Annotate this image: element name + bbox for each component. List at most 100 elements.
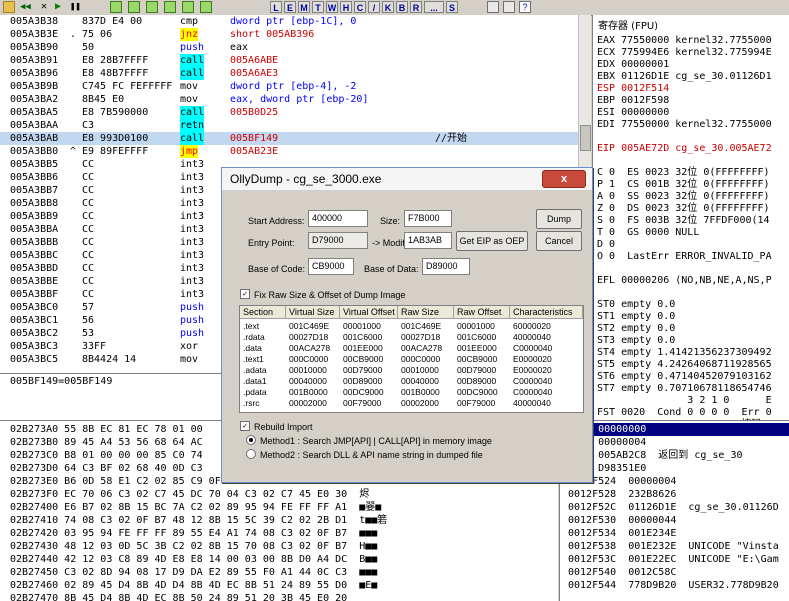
column-header[interactable]: Raw Offset (454, 306, 510, 319)
table-row[interactable]: .rsrc 00002000 00F79000 00002000 00F79000 400… (240, 398, 583, 409)
stack-row[interactable]: 518 00000004 (568, 436, 789, 449)
window-button-k[interactable]: K (382, 1, 394, 13)
register-row[interactable]: ST7 empty 0.70710678118654746 (597, 383, 772, 395)
register-row[interactable]: ST4 empty 1.41421356237309492 (597, 347, 772, 359)
dialog-titlebar[interactable]: OllyDump - cg_se_3000.exe x (222, 168, 592, 191)
options-icon[interactable] (487, 1, 499, 13)
stack-pane[interactable]: 514 00000000 518 00000004 51C 005AB2C8 返回到… (559, 420, 789, 601)
disasm-row[interactable]: 005A3B3E. 75 06 jnz short 005AB396 (0, 28, 591, 41)
stack-row[interactable]: 0012F544 778D9B20 USER32.778D9B20 (568, 579, 789, 592)
register-row[interactable]: ST5 empty 4.24264068711928565 (597, 359, 772, 371)
size-field[interactable]: F7B000 (404, 210, 452, 227)
disasm-row[interactable]: 005A3B9B C745 FC FEFFFFF mov dword ptr [ebp… (0, 80, 591, 93)
stack-row[interactable]: 0012F538 001E232E UNICODE "Vinsta (568, 540, 789, 553)
stack-row[interactable]: 514 00000000 (560, 423, 789, 436)
stack-row[interactable]: 0012F524 00000004 (568, 475, 789, 488)
disasm-row[interactable]: 005A3BB0 ^ E9 89FEFFFF jmp 005AB23E (0, 145, 591, 158)
window-button-l[interactable]: L (270, 1, 282, 13)
disasm-row[interactable]: 005A3B91 E8 28B7FFFF call 005A6ABE (0, 54, 591, 67)
column-header[interactable]: Characteristics (510, 306, 583, 319)
table-row[interactable]: .rdata 00027D18 001C6000 00027D18 001C6000 40… (240, 332, 583, 343)
dump-row[interactable]: 02B27430 48 12 03 0D 5C 3B C2 02 8B 15 7… (10, 540, 377, 553)
register-row[interactable]: EFL 00000206 (NO,NB,NE,A,NS,P (597, 275, 772, 287)
stack-row[interactable]: 0012F540 0012C58C (568, 566, 789, 579)
registers-pane[interactable]: 寄存器 (FPU) EAX 77550000 kernel32.7755000 E… (592, 15, 789, 420)
step-over-icon[interactable] (128, 1, 140, 13)
table-row[interactable]: .data1 00040000 00D89000 00040000 00D89000 C0… (240, 376, 583, 387)
open-folder-icon[interactable] (3, 1, 15, 13)
dump-row[interactable]: 02B273D0 64 C3 BF 02 68 40 0D C3 (10, 462, 203, 475)
dump-row[interactable]: 02B273C0 B8 01 00 00 00 85 C0 74 (10, 449, 203, 462)
dump-row[interactable]: 02B27450 C3 02 8D 94 08 17 D9 DA E2 89 5… (10, 566, 377, 579)
window-button-e[interactable]: E (284, 1, 296, 13)
disasm-row[interactable]: 005A3BA5 E8 7B590000 call 005B0D25 (0, 106, 591, 119)
dump-row[interactable]: 02B27440 42 12 03 C8 89 4D E8 E8 14 00 0… (10, 553, 377, 566)
register-row[interactable]: S 0 FS 003B 32位 7FFDF000(14 (597, 215, 770, 227)
get-eip-as-oep-button[interactable]: Get EIP as OEP (456, 231, 528, 251)
window-button-r[interactable]: R (410, 1, 422, 13)
register-row[interactable]: FST 0020 Cond 0 0 0 0 Err 0 (597, 407, 772, 419)
dump-row[interactable]: 02B27410 74 08 C3 02 0F B7 48 12 8B 15 5… (10, 514, 387, 527)
dump-row[interactable]: 02B273F0 EC 70 06 C3 02 C7 45 DC 70 04 C… (10, 488, 369, 501)
register-row[interactable]: C 0 ES 0023 32位 0(FFFFFFFF) (597, 167, 770, 179)
window-button-s[interactable]: S (446, 1, 458, 13)
register-row[interactable]: Z 0 DS 0023 32位 0(FFFFFFFF) (597, 203, 770, 215)
rewind-icon[interactable]: ◀◀ (20, 1, 32, 13)
cancel-button[interactable]: Cancel (536, 231, 582, 251)
window-button-t[interactable]: T (312, 1, 324, 13)
help-icon[interactable]: ? (519, 1, 531, 13)
register-row[interactable]: O 0 LastErr ERROR_INVALID_PA (597, 251, 772, 263)
stack-row[interactable]: 0012F53C 001E22EC UNICODE "E:\Gam (568, 553, 789, 566)
register-row[interactable]: EDI 77550000 kernel32.7755000 (597, 119, 772, 131)
pause-icon[interactable]: ❚❚ (70, 1, 82, 13)
register-row[interactable]: ST1 empty 0.0 (597, 311, 675, 323)
table-row[interactable]: .text 001C469E 00001000 001C469E 00001000 600… (240, 321, 583, 332)
trace-into-icon[interactable] (146, 1, 158, 13)
sections-table[interactable]: Section Virtual Size Virtual Offset Raw Siz… (239, 305, 584, 413)
dump-row[interactable]: 02B27460 02 89 45 D4 8B 4D D4 8B 4D EC 8… (10, 579, 377, 592)
trace-over-icon[interactable] (164, 1, 176, 13)
window-button-dots[interactable]: ... (424, 1, 444, 13)
dump-row[interactable]: 02B27400 E6 B7 02 8B 15 BC 7A C2 02 89 9… (10, 501, 381, 514)
register-row[interactable]: EBP 0012F598 (597, 95, 669, 107)
register-row[interactable]: ST3 empty 0.0 (597, 335, 675, 347)
goto-icon[interactable] (200, 1, 212, 13)
register-row[interactable]: T 0 GS 0000 NULL (597, 227, 699, 239)
base-of-data-field[interactable]: D89000 (422, 258, 470, 275)
register-row[interactable]: ECX 775994E6 kernel32.775994E (597, 47, 772, 59)
window-button-c[interactable]: C (354, 1, 366, 13)
register-row[interactable]: D 0 (597, 239, 615, 251)
table-row[interactable]: .data 00ACA278 001EE000 00ACA278 001EE000 C00… (240, 343, 583, 354)
fix-raw-checkbox[interactable]: ✓ (240, 289, 250, 299)
disasm-row[interactable]: 005A3B90 50 push eax (0, 41, 591, 54)
method1-radio[interactable] (246, 435, 256, 445)
stack-row[interactable]: 0012F530 00000044 (568, 514, 789, 527)
table-row[interactable]: .adata 00010000 00D79000 00010000 00D79000 E0… (240, 365, 583, 376)
register-row[interactable]: EDX 00000001 (597, 59, 669, 71)
dump-button[interactable]: Dump (536, 209, 582, 229)
window-button-b[interactable]: B (396, 1, 408, 13)
dump-row[interactable]: 02B273B0 89 45 A4 53 56 68 64 AC (10, 436, 203, 449)
register-row[interactable]: EIP 005AE72D cg_se_30.005AE72 (597, 143, 772, 155)
disasm-row[interactable]: 005A3BAB E8 993D0100 call 005BF149 //开始 (0, 132, 591, 145)
register-row[interactable]: P 1 CS 001B 32位 0(FFFFFFFF) (597, 179, 770, 191)
execute-till-return-icon[interactable] (182, 1, 194, 13)
stack-row[interactable]: 51C 005AB2C8 返回到 cg_se_30 (568, 449, 789, 462)
dump-row[interactable]: 02B273A0 55 8B EC 81 EC 78 01 00 (10, 423, 203, 436)
stack-row[interactable]: 0012F534 001E234E (568, 527, 789, 540)
register-row[interactable]: ST2 empty 0.0 (597, 323, 675, 335)
column-header[interactable]: Virtual Offset (340, 306, 398, 319)
register-row[interactable]: 3 2 1 0 E (597, 395, 771, 407)
window-button-slash[interactable]: / (368, 1, 380, 13)
modify-field[interactable]: 1AB3AB (404, 232, 452, 249)
register-row[interactable]: ST6 empty 0.47140452079103162 (597, 371, 772, 383)
method2-radio[interactable] (246, 449, 256, 459)
window-button-h[interactable]: H (340, 1, 352, 13)
table-row[interactable]: .pdata 001B0000 00DC9000 001B0000 00DC9000 C0… (240, 387, 583, 398)
close-icon[interactable]: ✕ (38, 1, 50, 13)
disasm-row[interactable]: 005A3BA2 8B45 E0 mov eax, dword ptr [ebp-20… (0, 93, 591, 106)
disasm-row[interactable]: 005A3BAA C3 retn (0, 119, 591, 132)
column-header[interactable]: Virtual Size (286, 306, 340, 319)
column-header[interactable]: Raw Size (398, 306, 454, 319)
stack-row[interactable]: 520 D98351E0 (568, 462, 789, 475)
